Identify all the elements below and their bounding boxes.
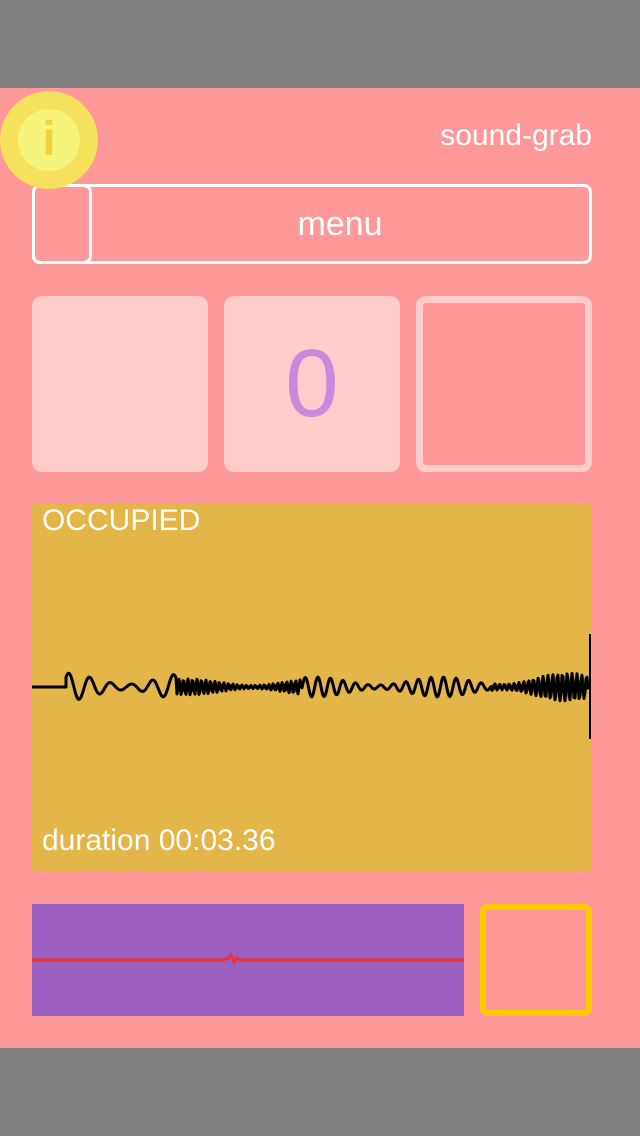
tile-left[interactable] [32,296,208,472]
record-button[interactable] [480,904,592,1016]
menu-button[interactable]: menu [32,184,592,264]
info-button[interactable]: i [0,91,98,189]
app-title: sound-grab [440,119,592,152]
menu-label: menu [297,204,383,243]
waveform-status: OCCUPIED [42,504,201,537]
waveform-trace [32,671,590,703]
waveform-graph [32,634,591,739]
scope-graph [32,952,464,965]
counter-value: 0 [285,330,339,437]
menu-toggle[interactable] [32,184,92,264]
waveform-duration: duration 00:03.36 [42,824,276,857]
tile-right[interactable] [416,296,592,472]
input-scope [32,904,464,1016]
info-glyph: i [42,113,56,166]
waveform-panel[interactable]: OCCUPIED duration 00:03.36 [32,504,592,872]
counter-tile[interactable]: 0 [224,296,400,472]
scope-trace [32,952,464,965]
info-icon: i [18,109,80,171]
